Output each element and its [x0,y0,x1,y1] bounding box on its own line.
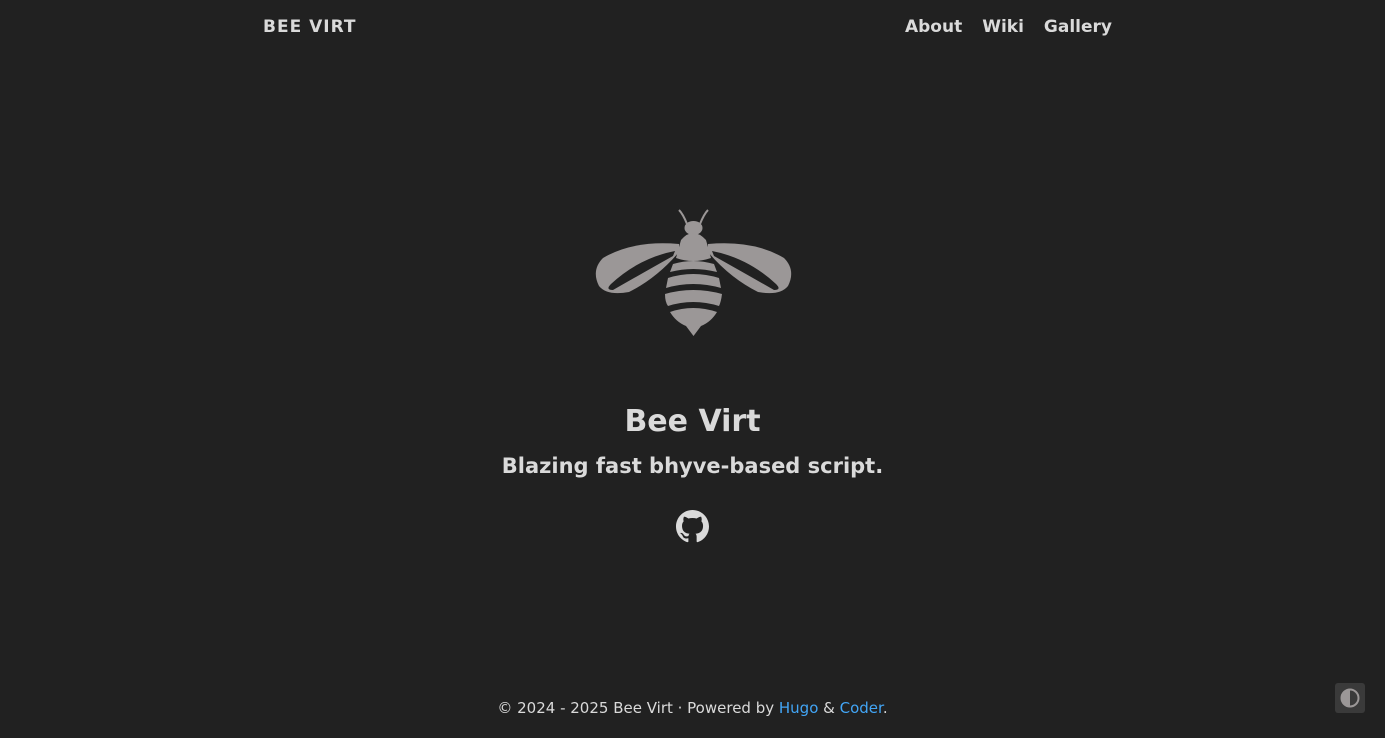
nav-item-wiki[interactable]: Wiki [982,16,1024,38]
nav-menu: About Wiki Gallery [905,16,1112,38]
nav-item-about[interactable]: About [905,16,962,38]
footer-ampersand: & [818,699,840,717]
contrast-icon [1340,688,1360,708]
site-brand[interactable]: BEE VIRT [263,16,357,38]
navbar: BEE VIRT About Wiki Gallery [0,0,1385,54]
footer-link-hugo[interactable]: Hugo [779,699,819,717]
github-icon[interactable] [676,510,709,543]
site-title: Bee Virt [624,404,761,439]
footer: © 2024 - 2025 Bee Virt · Powered by Hugo… [0,697,1385,719]
footer-copyright: © 2024 - 2025 Bee Virt · Powered by [497,699,779,717]
footer-link-coder[interactable]: Coder [840,699,883,717]
color-scheme-toggle[interactable] [1335,683,1365,713]
nav-item-gallery[interactable]: Gallery [1044,16,1112,38]
page: BEE VIRT About Wiki Gallery Bee Virt Bla… [0,0,1385,738]
bee-logo [595,209,792,336]
footer-end: . [882,699,888,717]
site-tagline: Blazing fast bhyve-based script. [501,454,884,478]
